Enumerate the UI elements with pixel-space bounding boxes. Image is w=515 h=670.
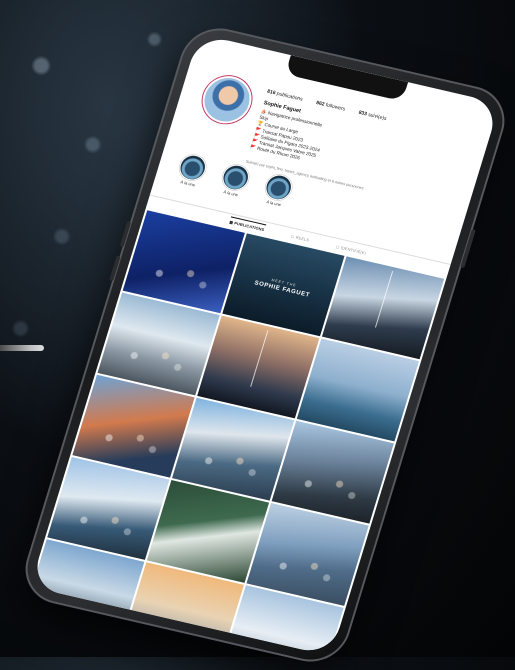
tab-reels[interactable]: ▷ REELS: [291, 233, 310, 242]
highlight-cover: [177, 153, 208, 182]
tab-publications[interactable]: ▦ PUBLICATIONS: [228, 215, 267, 232]
publications-count: 816: [266, 88, 277, 97]
stat-publications[interactable]: 816 publications: [266, 89, 303, 103]
tab-identified[interactable]: ◻ IDENTIFIÉ(E): [336, 243, 367, 255]
post-caption: MEET THE SOPHIE FAGUET: [232, 269, 333, 303]
post-image: [374, 271, 394, 328]
highlight-cover: [263, 173, 294, 202]
highlight-item[interactable]: À la une: [215, 163, 253, 199]
stat-followers[interactable]: 862 followers: [315, 100, 346, 112]
post-image: [250, 330, 269, 387]
followers-count: 862: [315, 100, 326, 108]
highlight-cover: [220, 163, 251, 192]
following-label: suivi(e)s: [367, 112, 388, 122]
stat-following[interactable]: 833 suivi(e)s: [358, 110, 387, 122]
spear-object: [0, 345, 44, 351]
publications-label: publications: [275, 90, 304, 103]
followers-label: followers: [324, 102, 346, 113]
avatar[interactable]: [199, 73, 255, 126]
